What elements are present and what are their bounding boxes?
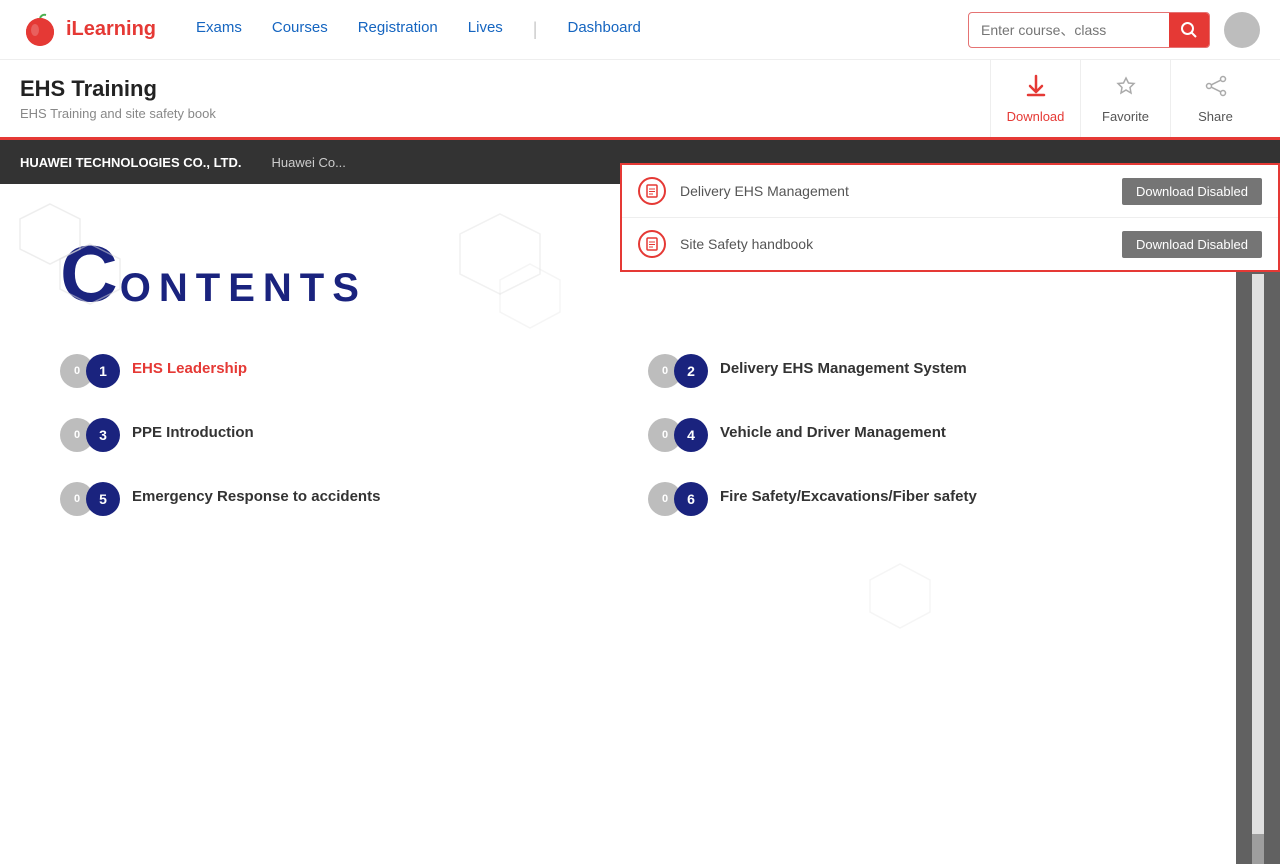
book-page: C ONTENTS 0 1 EHS Leadership [0,184,1236,864]
favorite-action[interactable]: Favorite [1080,60,1170,137]
search-input[interactable] [969,22,1169,38]
list-item: 0 2 Delivery EHS Management System [648,354,1176,388]
contents-c: C [60,234,118,314]
list-item: 0 4 Vehicle and Driver Management [648,418,1176,452]
num-dark-4: 4 [674,418,708,452]
num-badge-6: 0 6 [648,482,708,516]
download-item-2: Site Safety handbook Download Disabled [622,218,1278,270]
num-dark-3: 3 [86,418,120,452]
search-button[interactable] [1169,12,1209,48]
avatar[interactable] [1224,12,1260,48]
content-label-1: EHS Leadership [132,354,247,377]
content-label-4: Vehicle and Driver Management [720,418,946,441]
share-action[interactable]: Share [1170,60,1260,137]
contents-rest: ONTENTS [120,266,367,311]
num-badge-5: 0 5 [60,482,120,516]
main-content: C ONTENTS 0 1 EHS Leadership [0,184,1280,864]
favorite-label: Favorite [1102,109,1149,124]
nav-divider: | [533,19,538,40]
download-item-2-label: Site Safety handbook [680,236,1122,252]
company-sub: Huawei Co... [271,155,345,170]
download-disabled-btn-1[interactable]: Download Disabled [1122,178,1262,205]
page-subtitle: EHS Training and site safety book [20,106,990,121]
toolbar-actions: Download Favorite Share [990,60,1260,137]
doc-icon-1 [638,177,666,205]
search-area [968,12,1210,48]
num-badge-3: 0 3 [60,418,120,452]
share-icon [1203,73,1229,105]
download-disabled-btn-2[interactable]: Download Disabled [1122,231,1262,258]
num-dark-1: 1 [86,354,120,388]
nav-registration[interactable]: Registration [358,19,438,40]
header: iLearning Exams Courses Registration Liv… [0,0,1280,60]
right-sidebar [1236,184,1280,864]
content-label-6: Fire Safety/Excavations/Fiber safety [720,482,977,505]
page-title: EHS Training [20,76,990,102]
content-area: C ONTENTS 0 1 EHS Leadership [0,184,1236,864]
scrollbar-thumb[interactable] [1252,834,1264,864]
nav-lives[interactable]: Lives [468,19,503,40]
list-item: 0 1 EHS Leadership [60,354,588,388]
download-item-1-label: Delivery EHS Management [680,183,1122,199]
favorite-icon [1113,73,1139,105]
search-icon [1180,21,1198,39]
main-nav: Exams Courses Registration Lives | Dashb… [196,19,968,40]
num-badge-4: 0 4 [648,418,708,452]
contents-section: C ONTENTS 0 1 EHS Leadership [60,234,1176,516]
content-label-5: Emergency Response to accidents [132,482,380,505]
scrollbar-track[interactable] [1252,274,1264,864]
nav-exams[interactable]: Exams [196,19,242,40]
list-item: 0 5 Emergency Response to accidents [60,482,588,516]
download-dropdown: Delivery EHS Management Download Disable… [620,163,1280,272]
page-info: EHS Training EHS Training and site safet… [20,60,990,137]
download-icon [1023,73,1049,105]
content-label-3: PPE Introduction [132,418,254,441]
download-label: Download [1007,109,1065,124]
list-item: 0 6 Fire Safety/Excavations/Fiber safety [648,482,1176,516]
download-item-1: Delivery EHS Management Download Disable… [622,165,1278,218]
num-badge-2: 0 2 [648,354,708,388]
doc-icon-2 [638,230,666,258]
num-dark-2: 2 [674,354,708,388]
company-name: HUAWEI TECHNOLOGIES CO., LTD. [20,155,241,170]
content-label-2: Delivery EHS Management System [720,354,967,377]
share-label: Share [1198,109,1233,124]
logo-text: iLearning [66,18,156,41]
logo[interactable]: iLearning [20,10,156,50]
download-action[interactable]: Download [990,60,1080,137]
list-item: 0 3 PPE Introduction [60,418,588,452]
logo-icon [20,10,60,50]
num-dark-6: 6 [674,482,708,516]
nav-dashboard[interactable]: Dashboard [567,19,640,40]
nav-courses[interactable]: Courses [272,19,328,40]
page-toolbar: EHS Training EHS Training and site safet… [0,60,1280,140]
contents-grid: 0 1 EHS Leadership 0 2 Delivery EHS Mana… [60,354,1176,516]
num-badge-1: 0 1 [60,354,120,388]
num-dark-5: 5 [86,482,120,516]
